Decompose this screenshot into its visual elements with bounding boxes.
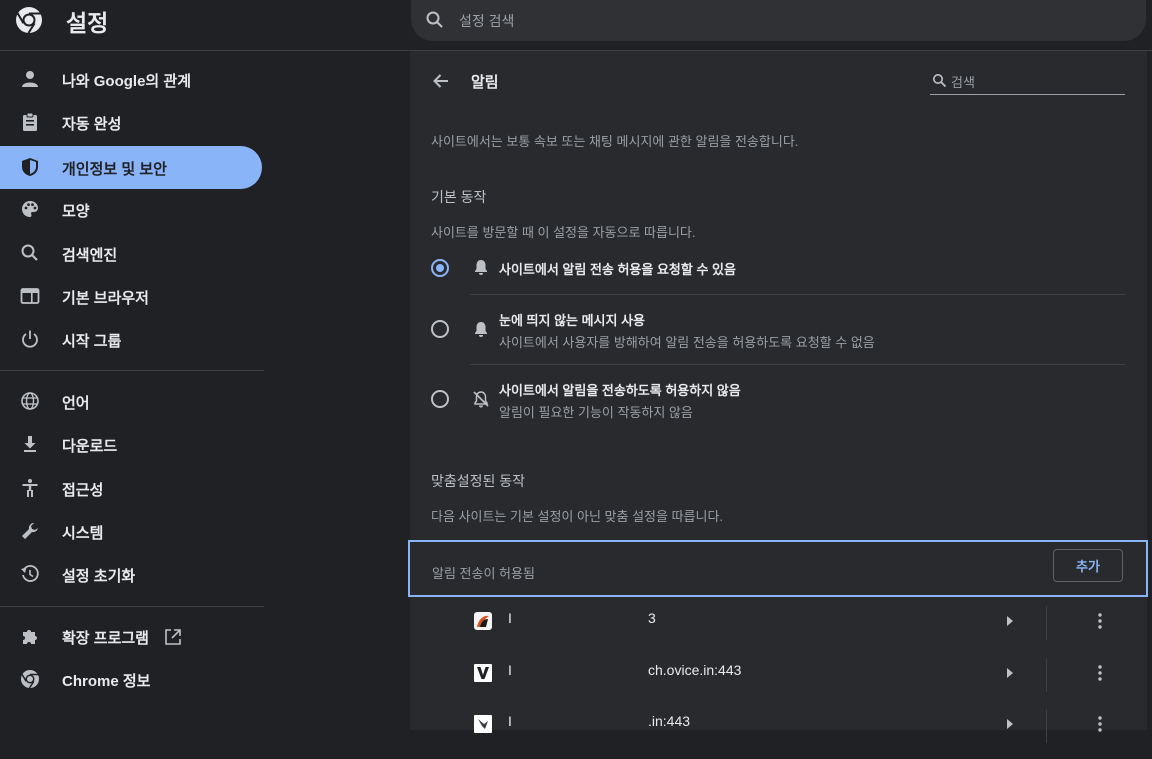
sidebar-item-label: Chrome 정보	[62, 673, 151, 690]
option-title[interactable]: 사이트에서 알림을 전송하도록 허용하지 않음	[499, 380, 741, 399]
browser-icon	[20, 288, 40, 304]
page-title: 알림	[471, 74, 499, 91]
settings-search-input[interactable]: 설정 검색	[411, 0, 1146, 41]
download-icon	[24, 436, 36, 452]
sidebar-item-label: 다운로드	[62, 438, 118, 455]
row-divider	[1046, 709, 1047, 743]
option-divider	[470, 294, 1125, 295]
sidebar-item-on-startup[interactable]: 시작 그룹	[0, 318, 262, 361]
option-description: 알림이 필요한 기능이 작동하지 않음	[499, 405, 693, 420]
allowed-label: 알림 전송이 허용됨	[432, 566, 535, 581]
default-behavior-heading: 기본 동작	[431, 189, 487, 205]
bell-off-icon	[473, 391, 489, 408]
sidebar-item-appearance[interactable]: 모양	[0, 188, 262, 231]
arrow-right-icon[interactable]	[1006, 616, 1014, 626]
sidebar-item-label: 시작 그룹	[62, 333, 122, 350]
site-favicon-icon	[474, 664, 492, 682]
bell-icon	[475, 322, 487, 337]
option-title[interactable]: 눈에 띄지 않는 메시지 사용	[499, 310, 645, 329]
site-url-start: I	[508, 662, 512, 678]
sidebar-item-search-engine[interactable]: 검색엔진	[0, 232, 262, 275]
search-icon	[933, 74, 947, 88]
site-url-start: I	[508, 713, 512, 729]
sidebar-item-privacy-security[interactable]: 개인정보 및 보안	[0, 146, 262, 189]
sidebar-item-languages[interactable]: 언어	[0, 380, 262, 423]
sidebar-item-system[interactable]: 시스템	[0, 510, 262, 553]
sidebar-item-label: 접근성	[62, 482, 104, 499]
site-favicon-icon	[474, 612, 492, 630]
sidebar-divider	[0, 606, 264, 607]
palette-icon	[22, 201, 38, 217]
sidebar-item-reset-settings[interactable]: 설정 초기화	[0, 553, 262, 596]
site-url-start: I	[508, 610, 512, 626]
wrench-icon	[22, 523, 38, 539]
page-search-placeholder: 검색	[951, 75, 975, 90]
radio-quiet-messaging[interactable]	[431, 320, 449, 338]
option-title[interactable]: 사이트에서 알림 전송 허용을 요청할 수 있음	[499, 259, 736, 278]
sidebar-item-accessibility[interactable]: 접근성	[0, 467, 262, 510]
sidebar-item-label: 자동 완성	[62, 116, 122, 133]
search-icon	[21, 244, 38, 261]
sidebar-item-default-browser[interactable]: 기본 브라우저	[0, 275, 262, 318]
default-behavior-description: 사이트를 방문할 때 이 설정을 자동으로 따릅니다.	[431, 225, 696, 240]
search-icon	[426, 11, 443, 28]
radio-block[interactable]	[431, 390, 449, 408]
chrome-icon	[21, 670, 39, 689]
back-arrow-icon[interactable]	[430, 70, 452, 92]
sidebar-item-label: 시스템	[62, 525, 104, 542]
site-url: 3	[648, 610, 656, 626]
option-description: 사이트에서 사용자를 방해하여 알림 전송을 허용하도록 요청할 수 없음	[499, 335, 875, 350]
external-link-icon[interactable]	[164, 628, 182, 646]
app-title: 설정	[66, 10, 109, 36]
row-divider	[1046, 658, 1047, 692]
sidebar-item-about-chrome[interactable]: Chrome 정보	[0, 658, 262, 701]
arrow-right-icon[interactable]	[1006, 668, 1014, 678]
search-placeholder: 설정 검색	[459, 13, 515, 29]
site-favicon-icon	[474, 715, 492, 733]
custom-behavior-heading: 맞춤설정된 동작	[431, 473, 526, 489]
shield-icon	[22, 158, 38, 176]
bell-icon	[475, 260, 487, 275]
site-url: ch.ovice.in:443	[648, 662, 742, 678]
power-icon	[22, 330, 38, 348]
page-search-input[interactable]: 검색	[930, 70, 1125, 95]
sidebar-item-extensions[interactable]: 확장 프로그램	[0, 615, 262, 658]
sidebar-item-label: 모양	[62, 203, 90, 220]
sidebar-item-autofill[interactable]: 자동 완성	[0, 101, 262, 144]
radio-allow-ask[interactable]	[431, 259, 449, 277]
puzzle-icon	[23, 630, 37, 644]
sidebar-item-label: 기본 브라우저	[62, 290, 149, 307]
site-row[interactable]: I .in:443	[410, 707, 1147, 759]
clipboard-icon	[23, 112, 37, 131]
sidebar-divider	[0, 370, 264, 371]
custom-behavior-description: 다음 사이트는 기본 설정이 아닌 맞춤 설정을 따릅니다.	[431, 509, 724, 524]
row-divider	[1046, 606, 1047, 640]
site-row[interactable]: I ch.ovice.in:443	[410, 656, 1147, 708]
site-url: .in:443	[648, 713, 691, 729]
option-divider	[470, 364, 1125, 365]
accessibility-icon	[22, 479, 38, 497]
sidebar-item-label: 나와 Google의 관계	[62, 73, 192, 90]
arrow-right-icon[interactable]	[1006, 719, 1014, 729]
sidebar-item-you-and-google[interactable]: 나와 Google의 관계	[0, 58, 262, 101]
chrome-logo-icon	[16, 7, 42, 34]
sidebar-item-label: 검색엔진	[62, 247, 118, 264]
site-row[interactable]: I 3	[410, 604, 1147, 656]
person-icon	[22, 71, 38, 87]
add-site-button[interactable]: 추가	[1053, 549, 1123, 582]
more-vert-icon[interactable]	[1098, 665, 1102, 681]
more-vert-icon[interactable]	[1098, 613, 1102, 629]
sidebar-item-label: 개인정보 및 보안	[62, 161, 167, 178]
sidebar-item-label: 언어	[62, 395, 90, 412]
sidebar-item-label: 설정 초기화	[62, 568, 136, 585]
intro-text: 사이트에서는 보통 속보 또는 채팅 메시지에 관한 알림을 전송합니다.	[431, 134, 799, 149]
sidebar-item-label: 확장 프로그램	[62, 630, 149, 647]
history-icon	[21, 565, 39, 582]
sidebar-item-downloads[interactable]: 다운로드	[0, 423, 262, 466]
globe-icon	[21, 392, 39, 410]
